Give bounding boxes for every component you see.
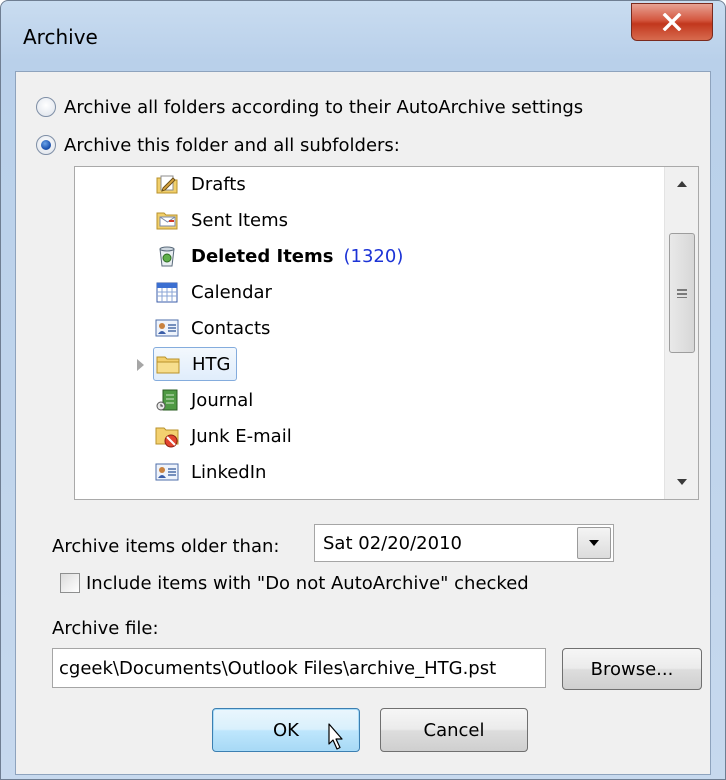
- archive-this-option[interactable]: Archive this folder and all subfolders:: [36, 132, 400, 158]
- cancel-button[interactable]: Cancel: [380, 708, 528, 752]
- arrow-down-icon: [677, 479, 687, 485]
- browse-button[interactable]: Browse...: [562, 648, 702, 690]
- folder-label: HTG: [192, 353, 231, 375]
- older-than-label: Archive items older than:: [52, 536, 280, 557]
- archive-file-input[interactable]: [52, 648, 546, 688]
- scroll-down-button[interactable]: [665, 465, 698, 499]
- tree-item-linkedin[interactable]: LinkedIn: [155, 455, 266, 489]
- tree-item-contacts[interactable]: Contacts: [155, 311, 270, 345]
- folder-tree[interactable]: Drafts Sent Items Deleted Items (1320) C…: [74, 166, 699, 500]
- window-title: Archive: [23, 25, 98, 49]
- include-do-not-autoarchive-label: Include items with "Do not AutoArchive" …: [86, 572, 529, 594]
- close-button[interactable]: [631, 3, 713, 41]
- folder-label: Junk E-mail: [191, 425, 292, 447]
- journal-icon: [155, 388, 179, 412]
- calendar-icon: [155, 280, 179, 304]
- unread-count: (1320): [343, 245, 404, 267]
- deleted-items-icon: [155, 244, 179, 268]
- tree-item-calendar[interactable]: Calendar: [155, 275, 272, 309]
- archive-this-label: Archive this folder and all subfolders:: [64, 134, 400, 156]
- close-icon: [662, 13, 682, 31]
- archive-dialog: Archive Archive all folders according to…: [0, 0, 726, 780]
- archive-all-label: Archive all folders according to their A…: [64, 96, 584, 118]
- dialog-body: Archive all folders according to their A…: [15, 71, 711, 775]
- tree-item-drafts[interactable]: Drafts: [155, 167, 246, 201]
- include-do-not-autoarchive-checkbox[interactable]: [60, 573, 80, 593]
- folder-icon: [156, 352, 180, 376]
- include-do-not-autoarchive-option[interactable]: Include items with "Do not AutoArchive" …: [60, 570, 529, 596]
- tree-item-junk-email[interactable]: Junk E-mail: [155, 419, 292, 453]
- archive-all-radio[interactable]: [36, 97, 56, 117]
- folder-label: Drafts: [191, 173, 246, 195]
- drafts-icon: [155, 172, 179, 196]
- scroll-thumb[interactable]: [669, 233, 695, 353]
- tree-scrollbar[interactable]: [664, 167, 698, 499]
- scroll-up-button[interactable]: [665, 167, 698, 201]
- tree-item-journal[interactable]: Journal: [155, 383, 253, 417]
- title-bar[interactable]: Archive: [1, 1, 725, 71]
- grip-icon: [677, 288, 687, 298]
- folder-label: Journal: [191, 389, 254, 411]
- folder-label: Sent Items: [191, 209, 289, 231]
- contacts-icon: [155, 460, 179, 484]
- mouse-pointer-icon: [328, 723, 343, 750]
- tree-item-sent-items[interactable]: Sent Items: [155, 203, 288, 237]
- sent-items-icon: [155, 208, 179, 232]
- chevron-down-icon: [589, 540, 599, 546]
- folder-label: LinkedIn: [191, 461, 267, 483]
- archive-file-label: Archive file:: [52, 618, 159, 639]
- folder-label: Calendar: [191, 281, 272, 303]
- expand-arrow-icon[interactable]: [137, 359, 144, 371]
- junk-email-icon: [155, 424, 179, 448]
- arrow-up-icon: [677, 181, 687, 187]
- older-than-date-picker[interactable]: Sat 02/20/2010: [314, 524, 614, 562]
- contacts-icon: [155, 316, 179, 340]
- archive-all-option[interactable]: Archive all folders according to their A…: [36, 94, 583, 120]
- date-dropdown-button[interactable]: [577, 527, 611, 559]
- tree-item-deleted-items[interactable]: Deleted Items (1320): [155, 239, 403, 273]
- older-than-date-value: Sat 02/20/2010: [323, 532, 462, 554]
- folder-label: Contacts: [191, 317, 271, 339]
- archive-this-radio[interactable]: [36, 135, 56, 155]
- tree-item-htg[interactable]: HTG: [153, 347, 238, 381]
- folder-label: Deleted Items: [191, 245, 334, 267]
